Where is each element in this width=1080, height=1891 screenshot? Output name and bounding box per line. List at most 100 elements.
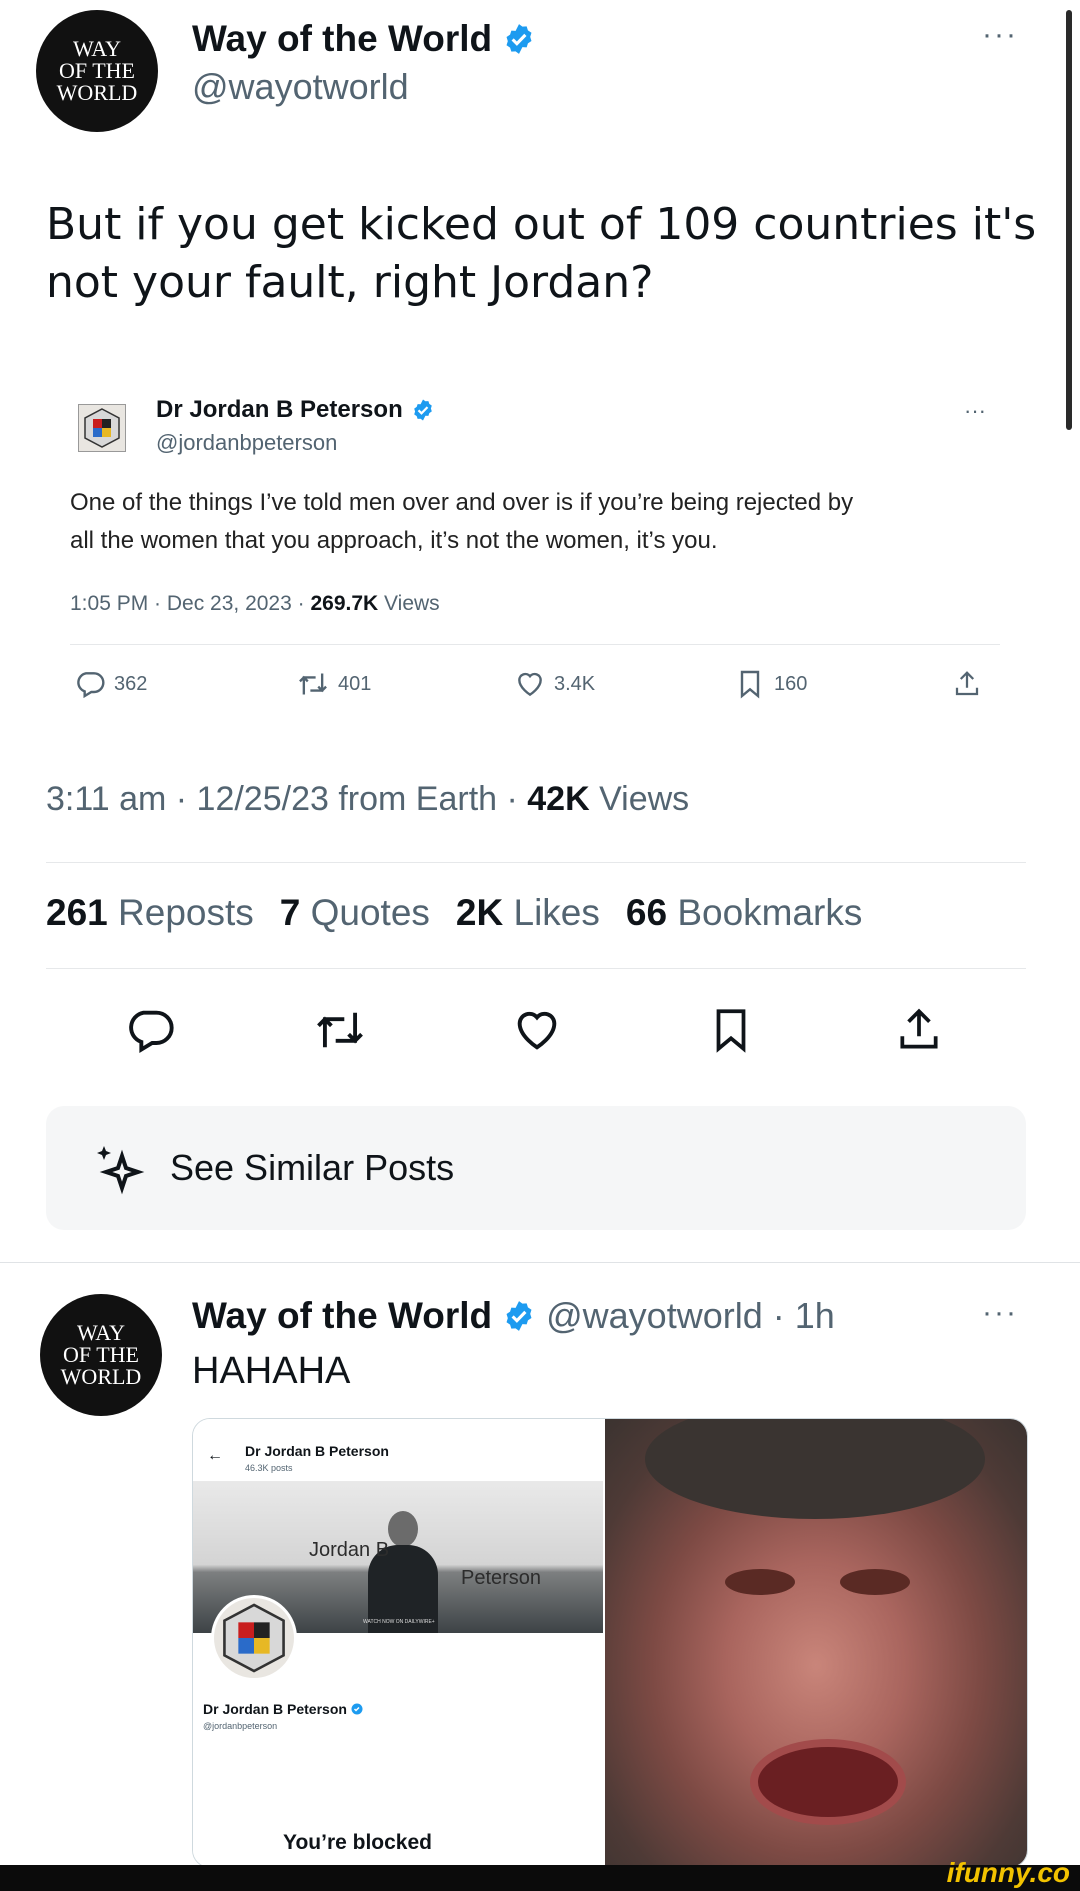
reply-icon <box>129 1010 174 1053</box>
author-name-row: Way of the World <box>192 14 536 64</box>
quoted-like-button[interactable]: 3.4K <box>514 668 595 700</box>
author-display-name[interactable]: Way of the World <box>192 1295 492 1337</box>
verified-badge-icon <box>351 1703 363 1715</box>
banner-title-2: Peterson <box>461 1567 542 1589</box>
avatar-line: WAY <box>72 36 122 61</box>
embedded-post-count: 46.3K posts <box>245 1463 293 1473</box>
quoted-display-name[interactable]: Dr Jordan B Peterson <box>156 396 403 424</box>
stat-quotes[interactable]: 7 Quotes <box>280 892 430 934</box>
quoted-timestamp[interactable]: 1:05 PM · Dec 23, 2023 · <box>70 592 310 615</box>
more-options-button[interactable]: ··· <box>982 18 1018 52</box>
like-count: 3.4K <box>554 672 596 695</box>
author-avatar[interactable]: WAY OF THE WORLD <box>36 10 158 132</box>
banner-portrait-image <box>368 1511 438 1633</box>
media-grid[interactable]: ← Dr Jordan B Peterson 46.3K posts Jorda… <box>192 1418 1028 1868</box>
quoted-views-label: Views <box>378 592 440 615</box>
avatar-line: WORLD <box>60 1364 142 1389</box>
quoted-text: One of the things I’ve told men over and… <box>70 484 853 560</box>
embedded-profile-display-name-text: Dr Jordan B Peterson <box>203 1701 347 1717</box>
bookmark-button[interactable] <box>706 1004 756 1061</box>
verified-badge-icon <box>506 24 532 54</box>
quoted-share-button[interactable] <box>952 668 982 700</box>
stat-bookmarks[interactable]: 66 Bookmarks <box>626 892 863 934</box>
embedded-profile-display-name: Dr Jordan B Peterson <box>203 1701 363 1717</box>
sparkle-icon <box>97 1146 145 1195</box>
repost-icon <box>317 1012 363 1048</box>
embedded-profile-name: Dr Jordan B Peterson <box>245 1443 389 1459</box>
author-avatar[interactable]: WAY OF THE WORLD <box>40 1294 162 1416</box>
second-tweet-text: HAHAHA <box>192 1350 351 1392</box>
reply-count: 362 <box>114 672 148 695</box>
views-count: 42K <box>527 780 590 818</box>
quoted-divider <box>70 644 1000 645</box>
share-button[interactable] <box>894 1004 944 1061</box>
verified-badge-icon <box>506 1301 532 1331</box>
embedded-profile-handle: @jordanbpeterson <box>203 1721 278 1731</box>
stat-label: Bookmarks <box>677 892 863 933</box>
quoted-meta: 1:05 PM · Dec 23, 2023 · 269.7K Views <box>70 592 440 616</box>
heart-icon <box>517 1011 557 1050</box>
quoted-avatar[interactable] <box>78 404 126 452</box>
repost-button[interactable] <box>312 1004 368 1061</box>
repost-count: 401 <box>338 672 372 695</box>
back-arrow-icon: ← <box>207 1447 223 1464</box>
verified-badge-icon <box>413 399 432 421</box>
avatar-line: OF THE <box>63 1342 139 1367</box>
quoted-more-button[interactable]: ··· <box>964 398 986 424</box>
tweet-timestamp[interactable]: 3:11 am · 12/25/23 from Earth · <box>46 780 527 818</box>
watermark-bar <box>0 1865 1080 1891</box>
engagement-stats: 261 Reposts 7 Quotes 2K Likes 66 Bookmar… <box>46 892 862 934</box>
stat-label: Quotes <box>310 892 430 933</box>
stat-number: 261 <box>46 892 108 933</box>
avatar-line: WAY <box>76 1320 126 1345</box>
share-icon <box>955 671 979 696</box>
meta-divider <box>46 862 1026 863</box>
quoted-text-line: One of the things I’ve told men over and… <box>70 489 854 516</box>
see-similar-posts-button[interactable]: See Similar Posts <box>46 1106 1026 1230</box>
quoted-views-count: 269.7K <box>310 592 379 615</box>
quoted-handle[interactable]: @jordanbpeterson <box>156 430 337 456</box>
bookmark-count: 160 <box>774 672 808 695</box>
embedded-profile-avatar <box>211 1595 297 1681</box>
stat-reposts[interactable]: 261 Reposts <box>46 892 254 934</box>
stat-number: 66 <box>625 892 668 933</box>
scrollbar[interactable] <box>1066 10 1072 430</box>
tweet-separator <box>0 1262 1080 1263</box>
views-label: Views <box>589 780 690 818</box>
quoted-repost-button[interactable]: 401 <box>296 668 371 700</box>
share-icon <box>900 1008 938 1049</box>
tweet-text-line: not your fault, right Jordan? <box>46 257 654 308</box>
stat-number: 2K <box>455 892 504 933</box>
reply-button[interactable] <box>124 1004 176 1061</box>
banner-title-1: Jordan B <box>309 1539 390 1561</box>
profile-screenshot-image[interactable]: ← Dr Jordan B Peterson 46.3K posts Jorda… <box>193 1419 603 1867</box>
stats-divider <box>46 968 1026 969</box>
author-handle[interactable]: @wayotworld <box>192 66 409 108</box>
more-options-button[interactable]: ··· <box>982 1296 1018 1330</box>
quoted-reply-button[interactable]: 362 <box>74 668 147 700</box>
stat-likes[interactable]: 2K Likes <box>456 892 600 934</box>
crying-man-image[interactable] <box>605 1419 1027 1867</box>
bookmark-icon <box>740 670 760 699</box>
like-button[interactable] <box>510 1004 564 1061</box>
stat-label: Likes <box>513 892 600 933</box>
banner-small-text: WATCH NOW ON DAILYWIRE+ <box>363 1619 435 1625</box>
post-time[interactable]: · 1h <box>773 1295 835 1337</box>
author-display-name[interactable]: Way of the World <box>192 18 492 60</box>
see-similar-label: See Similar Posts <box>170 1147 455 1188</box>
blocked-notice: You’re blocked <box>283 1831 432 1854</box>
watermark-logo: ifunny.co <box>946 1857 1070 1888</box>
order-symbol-icon <box>214 1598 294 1678</box>
heart-icon <box>518 672 542 697</box>
tweet-meta: 3:11 am · 12/25/23 from Earth · 42K View… <box>46 780 689 819</box>
quoted-bookmark-button[interactable]: 160 <box>734 668 807 700</box>
quoted-name-row: Dr Jordan B Peterson <box>156 396 435 424</box>
bookmark-icon <box>716 1009 746 1053</box>
author-handle[interactable]: @wayotworld <box>546 1295 763 1337</box>
stat-label: Reposts <box>118 892 254 933</box>
tweet-text: But if you get kicked out of 109 countri… <box>46 196 1036 312</box>
second-tweet-header: Way of the World @wayotworld · 1h <box>192 1290 835 1342</box>
quoted-text-line: all the women that you approach, it’s no… <box>70 527 718 554</box>
reply-icon <box>77 672 105 699</box>
stat-number: 7 <box>279 892 301 933</box>
